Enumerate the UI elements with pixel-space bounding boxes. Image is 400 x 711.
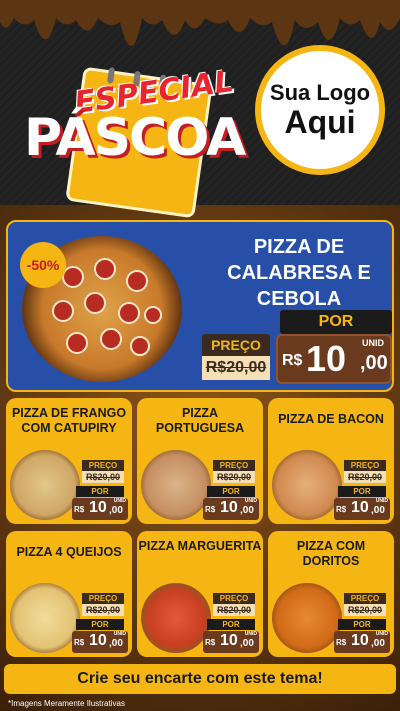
por-label: POR	[338, 619, 386, 630]
card-name: PIZZA DE BACON	[278, 412, 384, 426]
product-card: PIZZA 4 QUEIJOS PREÇO R$20,00 POR R$ 10,00…	[6, 531, 132, 657]
price-integer: 10	[351, 632, 369, 649]
price-unit: UNID	[113, 498, 126, 504]
pizza-frango-image	[10, 450, 80, 520]
disclaimer-text: *Imagens Meramente Ilustrativas	[8, 699, 125, 708]
card-price: R$ 10,00 UNID	[334, 498, 390, 520]
pizza-4-queijos-image	[10, 583, 80, 653]
preco-label: PREÇO	[344, 460, 386, 471]
price-decimal: ,00	[109, 505, 123, 516]
title-pascoa: PÁSCOA	[24, 108, 246, 168]
card-preco: PREÇO R$20,00	[82, 593, 124, 616]
price-currency: R$	[282, 352, 303, 369]
price-currency: R$	[74, 638, 85, 647]
price-integer: 10	[351, 499, 369, 516]
logo-placeholder: Sua Logo Aqui	[255, 45, 385, 175]
product-card: PIZZA PORTUGUESA PREÇO R$20,00 POR R$ 10,0…	[137, 398, 263, 524]
card-name: PIZZA COM DORITOS	[296, 539, 366, 568]
price-unit: UNID	[113, 631, 126, 637]
card-preco: PREÇO R$20,00	[82, 460, 124, 483]
discount-badge: -50%	[20, 242, 66, 288]
price-decimal: ,00	[360, 352, 388, 374]
card-price: R$ 10,00 UNID	[72, 631, 128, 653]
price-integer: 10	[306, 338, 347, 379]
price-unit: UNID	[362, 338, 384, 348]
old-price: R$20,00	[344, 604, 386, 616]
por-label: POR	[207, 619, 255, 630]
card-preco: PREÇO R$20,00	[344, 460, 386, 483]
card-preco: PREÇO R$20,00	[213, 593, 255, 616]
price-currency: R$	[74, 505, 85, 514]
featured-price: R$ 10 ,00 UNID	[276, 334, 392, 384]
por-label: POR	[280, 310, 392, 334]
price-decimal: ,00	[240, 505, 254, 516]
preco-label: PREÇO	[344, 593, 386, 604]
price-integer: 10	[89, 499, 107, 516]
pizza-marguerita-image	[141, 583, 211, 653]
card-name: PIZZA PORTUGUESA	[155, 406, 245, 435]
footer-banner: Crie seu encarte com este tema!	[4, 664, 396, 694]
card-price: R$ 10,00 UNID	[203, 498, 259, 520]
price-currency: R$	[336, 505, 347, 514]
price-integer: 10	[220, 499, 238, 516]
logo-line1: Sua Logo	[269, 80, 371, 106]
por-label: POR	[207, 486, 255, 497]
old-price: R$20,00	[213, 471, 255, 483]
price-currency: R$	[336, 638, 347, 647]
price-currency: R$	[205, 505, 216, 514]
por-label: POR	[76, 619, 124, 630]
price-decimal: ,00	[109, 638, 123, 649]
card-price: R$ 10,00 UNID	[334, 631, 390, 653]
card-name: PIZZA MARGUERITA	[138, 539, 262, 553]
product-card: PIZZA DE BACON PREÇO R$20,00 POR R$ 10,00 U…	[268, 398, 394, 524]
featured-preco: PREÇO R$20,00	[202, 334, 270, 380]
preco-label: PREÇO	[213, 593, 255, 604]
featured-offer: -50% PIZZA DE CALABRESA E CEBOLA PREÇO R…	[6, 220, 394, 392]
por-label: POR	[338, 486, 386, 497]
old-price: R$20,00	[82, 604, 124, 616]
preco-label: PREÇO	[202, 334, 270, 356]
old-price: R$20,00	[82, 471, 124, 483]
old-price: R$20,00	[213, 604, 255, 616]
preco-label: PREÇO	[213, 460, 255, 471]
pizza-bacon-image	[272, 450, 342, 520]
pizza-portuguesa-image	[141, 450, 211, 520]
price-unit: UNID	[244, 498, 257, 504]
card-name: PIZZA DE FRANGO COM CATUPIRY	[11, 406, 127, 435]
price-unit: UNID	[375, 498, 388, 504]
card-preco: PREÇO R$20,00	[344, 593, 386, 616]
price-decimal: ,00	[240, 638, 254, 649]
price-decimal: ,00	[371, 638, 385, 649]
card-price: R$ 10,00 UNID	[72, 498, 128, 520]
title-block: ESPECIAL PÁSCOA	[14, 30, 254, 219]
featured-name: PIZZA DE CALABRESA E CEBOLA	[227, 236, 371, 310]
price-decimal: ,00	[371, 505, 385, 516]
price-unit: UNID	[244, 631, 257, 637]
product-card: PIZZA MARGUERITA PREÇO R$20,00 POR R$ 10,0…	[137, 531, 263, 657]
price-integer: 10	[89, 632, 107, 649]
pizza-doritos-image	[272, 583, 342, 653]
preco-label: PREÇO	[82, 593, 124, 604]
card-name: PIZZA 4 QUEIJOS	[16, 545, 122, 559]
card-price: R$ 10,00 UNID	[203, 631, 259, 653]
price-unit: UNID	[375, 631, 388, 637]
product-card: PIZZA COM DORITOS PREÇO R$20,00 POR R$ 10,…	[268, 531, 394, 657]
preco-label: PREÇO	[82, 460, 124, 471]
logo-line2: Aqui	[284, 104, 356, 141]
card-preco: PREÇO R$20,00	[213, 460, 255, 483]
price-currency: R$	[205, 638, 216, 647]
old-price: R$20,00	[202, 356, 270, 380]
price-integer: 10	[220, 632, 238, 649]
old-price: R$20,00	[344, 471, 386, 483]
product-card: PIZZA DE FRANGO COM CATUPIRY PREÇO R$20,0…	[6, 398, 132, 524]
por-label: POR	[76, 486, 124, 497]
